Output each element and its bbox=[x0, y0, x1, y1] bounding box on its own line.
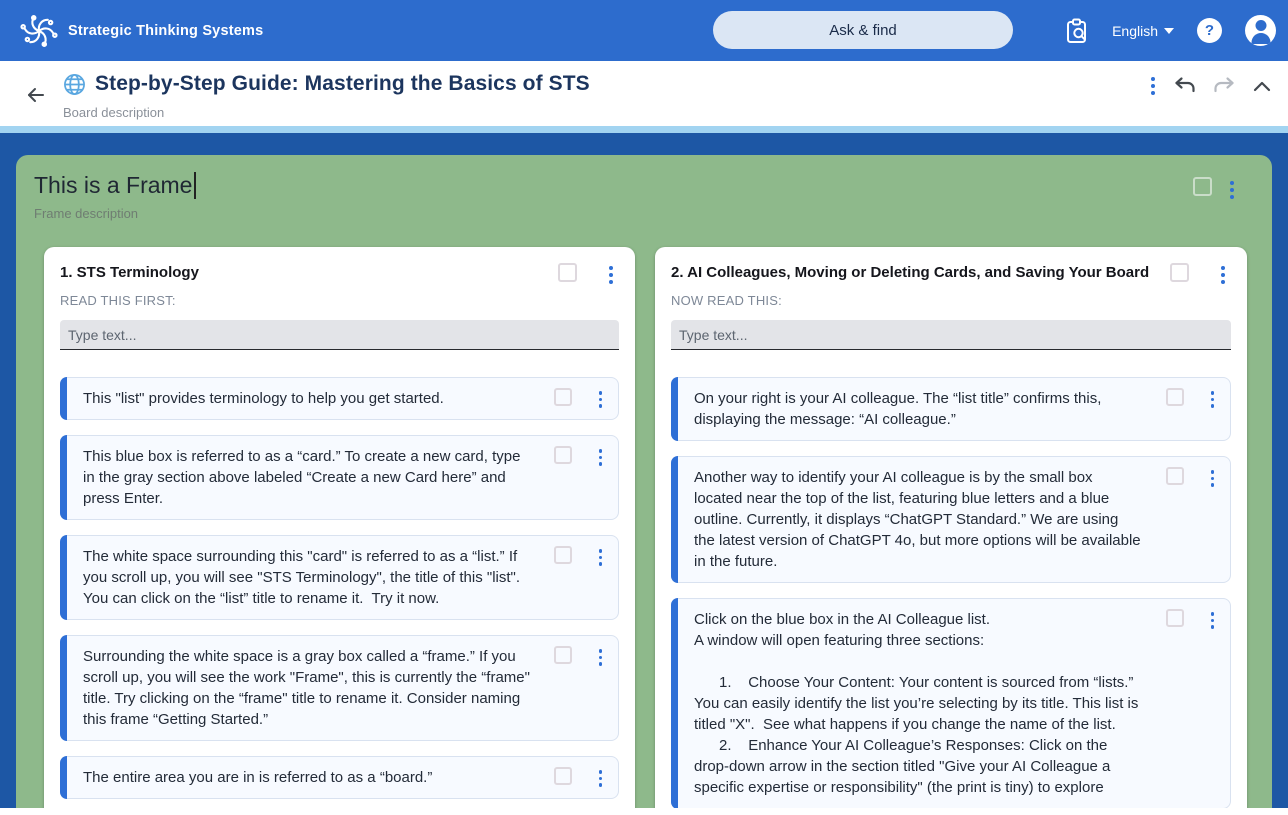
board-kebab-menu-icon[interactable] bbox=[1149, 75, 1157, 97]
card[interactable]: This blue box is referred to as a “card.… bbox=[60, 435, 619, 520]
language-caret-icon bbox=[1164, 28, 1174, 34]
frame: This is a Frame Frame description 1. STS… bbox=[16, 155, 1272, 808]
app-window: Strategic Thinking Systems Ask & find En… bbox=[0, 0, 1288, 815]
globe-icon bbox=[63, 73, 86, 96]
list-checkbox[interactable] bbox=[1170, 263, 1189, 282]
card-text: The white space surrounding this "card" … bbox=[83, 546, 530, 609]
list-title[interactable]: 1. STS Terminology bbox=[60, 263, 541, 282]
brand: Strategic Thinking Systems bbox=[20, 12, 263, 50]
avatar-icon[interactable] bbox=[1245, 15, 1276, 46]
ask-and-find-button[interactable]: Ask & find bbox=[713, 11, 1013, 49]
card-kebab-menu-icon[interactable] bbox=[1209, 610, 1217, 631]
new-card-input[interactable] bbox=[60, 320, 619, 350]
card-kebab-menu-icon[interactable] bbox=[1209, 468, 1217, 489]
card-text: On your right is your AI colleague. The … bbox=[694, 388, 1142, 430]
card[interactable]: This "list" provides terminology to help… bbox=[60, 377, 619, 420]
card-checkbox[interactable] bbox=[554, 646, 572, 664]
card-kebab-menu-icon[interactable] bbox=[597, 647, 605, 668]
logo-knot-icon bbox=[20, 12, 58, 50]
cards-container: On your right is your AI colleague. The … bbox=[671, 377, 1231, 808]
card-text: Click on the blue box in the AI Colleagu… bbox=[694, 609, 1142, 798]
frame-kebab-menu-icon[interactable] bbox=[1228, 179, 1236, 201]
board-header-actions bbox=[1149, 75, 1272, 97]
top-app-bar: Strategic Thinking Systems Ask & find En… bbox=[0, 0, 1288, 61]
card-checkbox[interactable] bbox=[1166, 388, 1184, 406]
back-arrow-icon[interactable] bbox=[24, 83, 48, 107]
undo-icon[interactable] bbox=[1174, 76, 1196, 96]
new-card-input[interactable] bbox=[671, 320, 1231, 350]
card[interactable]: The entire area you are in is referred t… bbox=[60, 756, 619, 799]
card-kebab-menu-icon[interactable] bbox=[597, 768, 605, 789]
frame-title[interactable]: This is a Frame bbox=[34, 172, 192, 199]
board-canvas: This is a Frame Frame description 1. STS… bbox=[0, 133, 1288, 808]
card[interactable]: Surrounding the white space is a gray bo… bbox=[60, 635, 619, 741]
card-checkbox[interactable] bbox=[1166, 467, 1184, 485]
list-kebab-menu-icon[interactable] bbox=[607, 264, 615, 286]
card-kebab-menu-icon[interactable] bbox=[597, 547, 605, 568]
card-text: This blue box is referred to as a “card.… bbox=[83, 446, 530, 509]
frame-description[interactable]: Frame description bbox=[34, 206, 1272, 221]
list-title[interactable]: 2. AI Colleagues, Moving or Deleting Car… bbox=[671, 263, 1153, 282]
collapse-up-icon[interactable] bbox=[1252, 79, 1272, 93]
brand-title: Strategic Thinking Systems bbox=[68, 23, 263, 39]
board-title[interactable]: Step-by-Step Guide: Mastering the Basics… bbox=[95, 72, 590, 96]
card[interactable]: Click on the blue box in the AI Colleagu… bbox=[671, 598, 1231, 808]
help-icon[interactable]: ? bbox=[1197, 18, 1222, 43]
clipboard-search-icon[interactable] bbox=[1066, 18, 1089, 44]
list-subtitle: NOW READ THIS: bbox=[671, 293, 1231, 308]
card-checkbox[interactable] bbox=[554, 388, 572, 406]
board-header: Step-by-Step Guide: Mastering the Basics… bbox=[0, 61, 1288, 133]
card-kebab-menu-icon[interactable] bbox=[597, 389, 605, 410]
card-checkbox[interactable] bbox=[554, 546, 572, 564]
board-description[interactable]: Board description bbox=[63, 105, 164, 120]
topbar-actions: English ? bbox=[1066, 0, 1276, 61]
text-caret bbox=[194, 172, 196, 199]
card-text: This "list" provides terminology to help… bbox=[83, 388, 530, 409]
list-kebab-menu-icon[interactable] bbox=[1219, 264, 1227, 286]
card-checkbox[interactable] bbox=[1166, 609, 1184, 627]
card[interactable]: Another way to identify your AI colleagu… bbox=[671, 456, 1231, 583]
list-ai-colleagues: 2. AI Colleagues, Moving or Deleting Car… bbox=[655, 247, 1247, 808]
list-subtitle: READ THIS FIRST: bbox=[60, 293, 619, 308]
frame-checkbox[interactable] bbox=[1193, 177, 1212, 196]
language-selector[interactable]: English bbox=[1112, 23, 1174, 39]
redo-icon[interactable] bbox=[1213, 76, 1235, 96]
language-label: English bbox=[1112, 23, 1158, 39]
list-sts-terminology: 1. STS Terminology READ THIS FIRST: This… bbox=[44, 247, 635, 808]
card-kebab-menu-icon[interactable] bbox=[1209, 389, 1217, 410]
cards-container: This "list" provides terminology to help… bbox=[60, 377, 619, 799]
card-text: The entire area you are in is referred t… bbox=[83, 767, 530, 788]
card-text: Another way to identify your AI colleagu… bbox=[694, 467, 1142, 572]
list-checkbox[interactable] bbox=[558, 263, 577, 282]
card-text: Surrounding the white space is a gray bo… bbox=[83, 646, 530, 730]
card-checkbox[interactable] bbox=[554, 446, 572, 464]
card-checkbox[interactable] bbox=[554, 767, 572, 785]
card[interactable]: On your right is your AI colleague. The … bbox=[671, 377, 1231, 441]
card[interactable]: The white space surrounding this "card" … bbox=[60, 535, 619, 620]
card-kebab-menu-icon[interactable] bbox=[597, 447, 605, 468]
